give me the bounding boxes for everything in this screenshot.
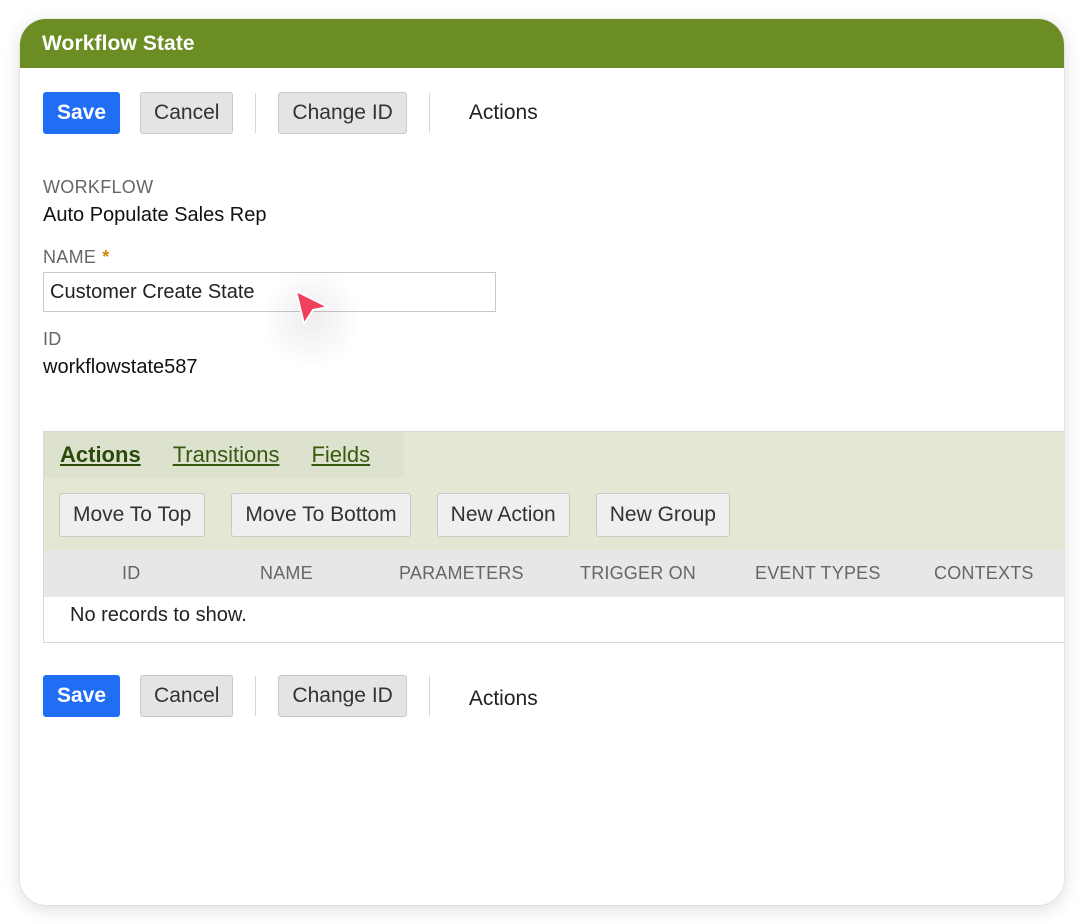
bottom-toolbar: Save Cancel Change ID Actions [43,674,538,718]
workflow-state-window: Workflow State Save Cancel Change ID Act… [20,19,1064,905]
sublist-toolbar: Move To Top Move To Bottom New Action Ne… [59,493,756,537]
subtab-bar: Actions Transitions Fields Move To Top M… [44,432,1064,550]
actions-subpanel: Actions Transitions Fields Move To Top M… [43,431,1064,643]
name-label-text: NAME [43,247,97,267]
column-header-id[interactable]: ID [122,563,140,584]
column-header-parameters[interactable]: PARAMETERS [399,563,524,584]
new-action-button[interactable]: New Action [436,493,570,537]
move-to-top-button[interactable]: Move To Top [59,493,206,537]
column-header-event-types[interactable]: EVENT TYPES [755,563,881,584]
toolbar-divider [428,93,430,133]
change-id-button-bottom[interactable]: Change ID [278,675,407,717]
required-marker: * [102,247,110,267]
cancel-button-bottom[interactable]: Cancel [140,675,234,717]
workflow-value[interactable]: Auto Populate Sales Rep [43,204,267,227]
column-header-name[interactable]: NAME [260,563,313,584]
cancel-button[interactable]: Cancel [140,92,234,134]
tab-fields[interactable]: Fields [311,442,370,468]
name-label: NAME * [43,247,110,268]
window-title: Workflow State [20,19,1064,68]
mouse-pointer-icon [295,290,329,325]
column-header-contexts[interactable]: CONTEXTS [934,563,1034,584]
tab-actions[interactable]: Actions [60,442,141,468]
workflow-label: WORKFLOW [43,177,154,197]
change-id-button[interactable]: Change ID [278,92,407,134]
actions-menu-bottom[interactable]: Actions [469,687,538,711]
save-button-bottom[interactable]: Save [43,675,121,717]
new-group-button[interactable]: New Group [595,493,730,537]
column-header-trigger-on[interactable]: TRIGGER ON [580,563,696,584]
toolbar-divider [255,676,257,716]
empty-table-message: No records to show. [70,604,247,626]
id-value: workflowstate587 [43,356,198,378]
actions-menu[interactable]: Actions [469,101,538,125]
save-button[interactable]: Save [43,92,121,134]
move-to-bottom-button[interactable]: Move To Bottom [231,493,411,537]
top-toolbar: Save Cancel Change ID Actions [43,91,538,135]
toolbar-divider [255,93,257,133]
toolbar-divider [428,676,430,716]
subtab-list: Actions Transitions Fields [44,432,404,478]
id-label: ID [43,329,62,349]
tab-transitions[interactable]: Transitions [173,442,280,468]
table-header: ID NAME PARAMETERS TRIGGER ON EVENT TYPE… [44,550,1064,597]
